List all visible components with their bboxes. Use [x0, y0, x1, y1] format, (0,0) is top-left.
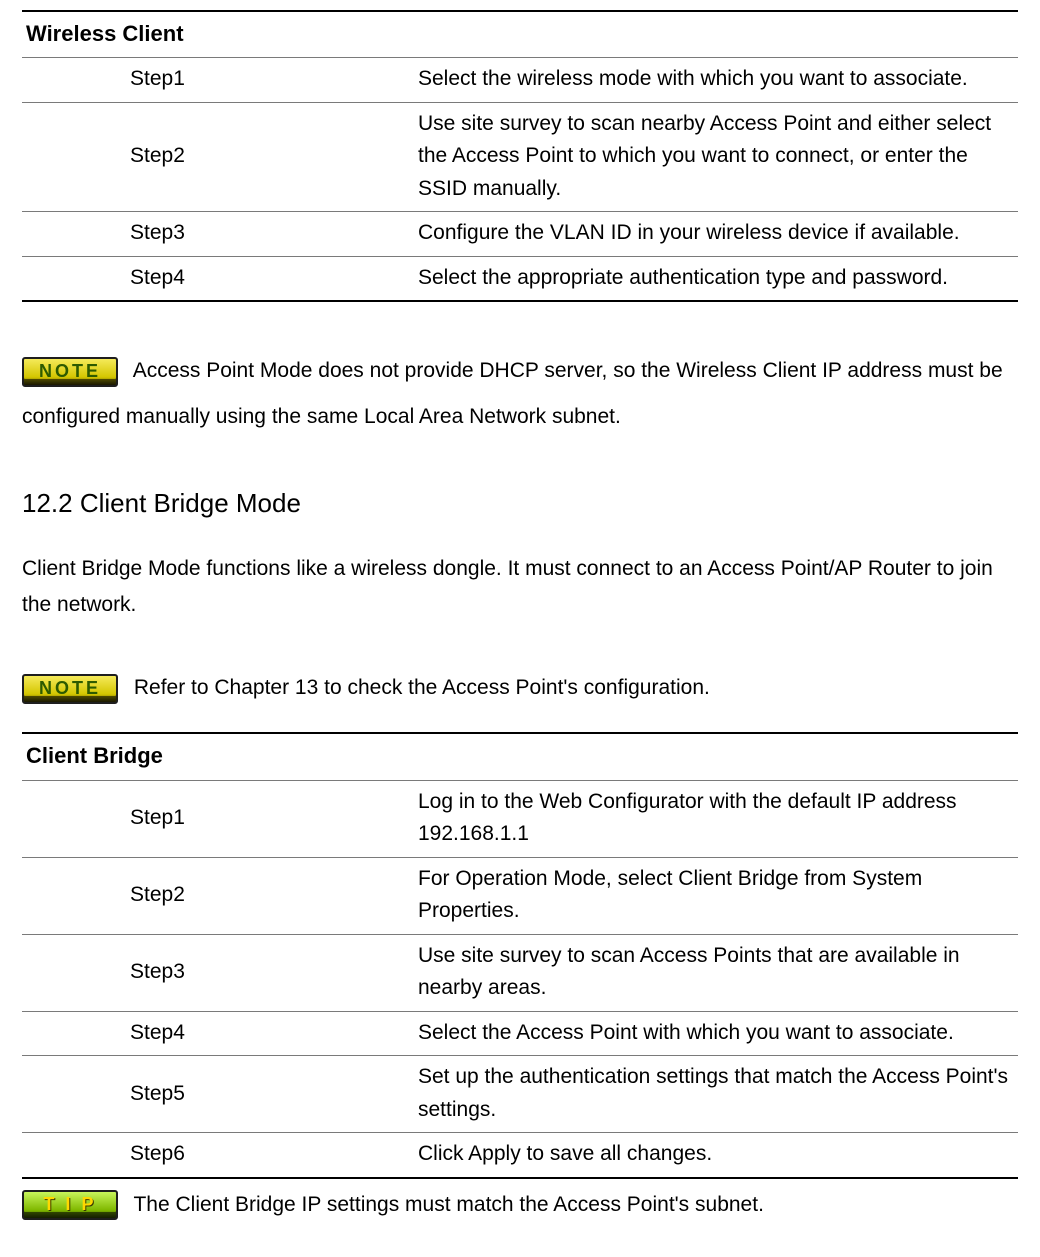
step-label: Step3: [22, 212, 414, 257]
wireless-client-table: Wireless Client Step1 Select the wireles…: [22, 10, 1018, 302]
step-label: Step2: [22, 102, 414, 212]
step-label: Step4: [22, 1011, 414, 1056]
step-label: Step1: [22, 780, 414, 857]
note-paragraph: NOTE Access Point Mode does not provide …: [22, 348, 1018, 438]
step-desc: For Operation Mode, select Client Bridge…: [414, 857, 1018, 934]
table-row: Step4 Select the Access Point with which…: [22, 1011, 1018, 1056]
step-desc: Use site survey to scan nearby Access Po…: [414, 102, 1018, 212]
table-header: Wireless Client: [22, 11, 1018, 58]
step-desc: Log in to the Web Configurator with the …: [414, 780, 1018, 857]
note-paragraph: NOTE Refer to Chapter 13 to check the Ac…: [22, 666, 1018, 710]
section-heading: 12.2 Client Bridge Mode: [22, 483, 1018, 523]
table-row: Step2 Use site survey to scan nearby Acc…: [22, 102, 1018, 212]
table-row: Step6 Click Apply to save all changes.: [22, 1133, 1018, 1178]
table-row: Step2 For Operation Mode, select Client …: [22, 857, 1018, 934]
step-desc: Configure the VLAN ID in your wireless d…: [414, 212, 1018, 257]
document-page: Wireless Client Step1 Select the wireles…: [0, 0, 1040, 1257]
note-badge-icon: NOTE: [22, 357, 118, 387]
tip-badge-icon: T I P: [22, 1190, 118, 1220]
step-desc: Set up the authentication settings that …: [414, 1056, 1018, 1133]
tip-text: The Client Bridge IP settings must match…: [133, 1193, 763, 1216]
step-label: Step6: [22, 1133, 414, 1178]
table-row: Step3 Use site survey to scan Access Poi…: [22, 934, 1018, 1011]
section-intro: Client Bridge Mode functions like a wire…: [22, 551, 1018, 622]
table-row: Step4 Select the appropriate authenticat…: [22, 256, 1018, 301]
step-desc: Use site survey to scan Access Points th…: [414, 934, 1018, 1011]
note-badge-icon: NOTE: [22, 674, 118, 704]
step-label: Step3: [22, 934, 414, 1011]
step-label: Step2: [22, 857, 414, 934]
step-desc: Select the Access Point with which you w…: [414, 1011, 1018, 1056]
table-row: Step5 Set up the authentication settings…: [22, 1056, 1018, 1133]
note-text: Access Point Mode does not provide DHCP …: [22, 359, 1003, 427]
step-label: Step4: [22, 256, 414, 301]
table-row: Step1 Select the wireless mode with whic…: [22, 58, 1018, 103]
client-bridge-table: Client Bridge Step1 Log in to the Web Co…: [22, 732, 1018, 1179]
step-desc: Click Apply to save all changes.: [414, 1133, 1018, 1178]
table-row: Step1 Log in to the Web Configurator wit…: [22, 780, 1018, 857]
step-desc: Select the wireless mode with which you …: [414, 58, 1018, 103]
tip-paragraph: T I P The Client Bridge IP settings must…: [22, 1183, 1018, 1227]
step-desc: Select the appropriate authentication ty…: [414, 256, 1018, 301]
table-row: Step3 Configure the VLAN ID in your wire…: [22, 212, 1018, 257]
note-text: Refer to Chapter 13 to check the Access …: [134, 676, 710, 699]
step-label: Step5: [22, 1056, 414, 1133]
step-label: Step1: [22, 58, 414, 103]
table-header: Client Bridge: [22, 733, 1018, 780]
